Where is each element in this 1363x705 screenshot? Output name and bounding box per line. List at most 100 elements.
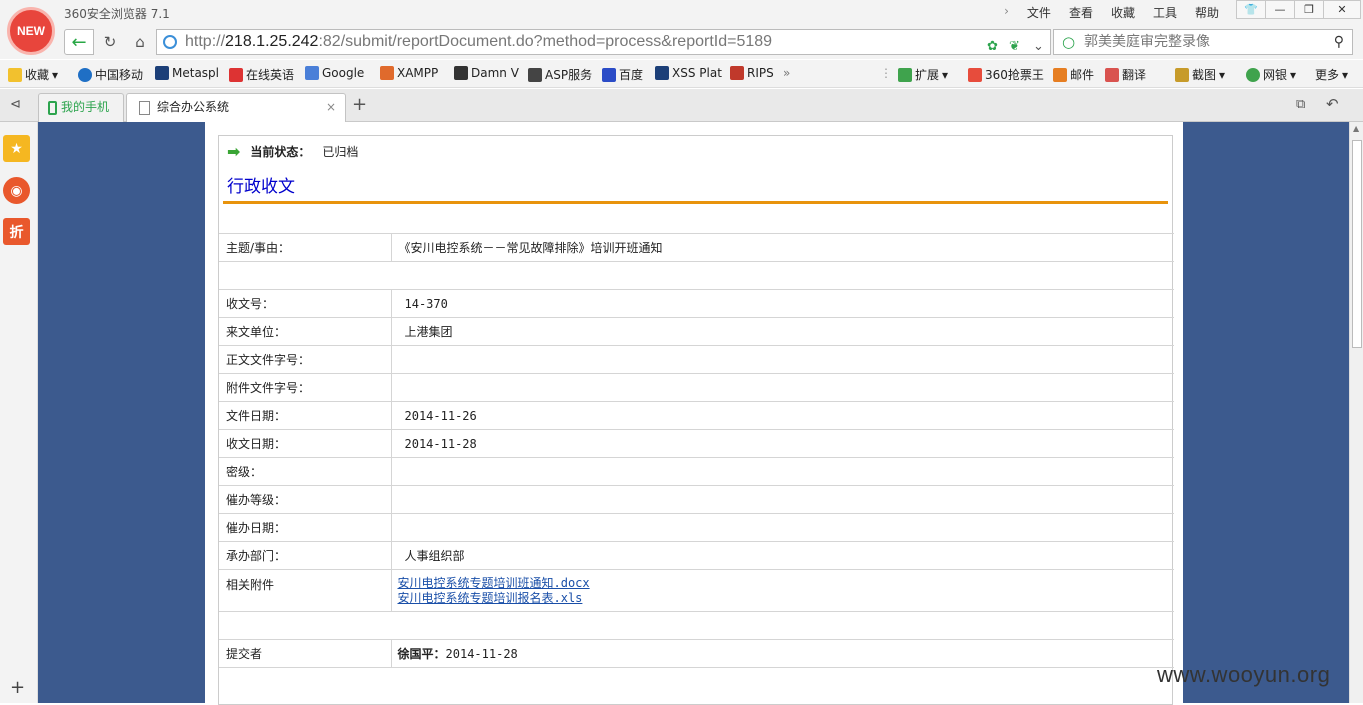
xss-icon bbox=[655, 66, 669, 80]
page-title: 行政收文 bbox=[227, 177, 295, 197]
tool-more[interactable]: 更多 ▾ bbox=[1315, 66, 1348, 83]
refresh-button[interactable]: ↻ bbox=[98, 30, 122, 54]
maximize-button[interactable]: ❐ bbox=[1294, 0, 1324, 19]
home-button[interactable]: ⌂ bbox=[128, 30, 152, 54]
collapse-sidebar-icon[interactable]: ⊲ bbox=[10, 97, 21, 112]
add-sidebar-icon[interactable]: + bbox=[10, 677, 25, 698]
shield-icon[interactable]: ✿ bbox=[987, 34, 998, 58]
scrollbar[interactable]: ▲ bbox=[1349, 122, 1363, 703]
menu-file[interactable]: 文件 bbox=[1018, 4, 1060, 21]
leaf-icon[interactable]: ❦ bbox=[1009, 34, 1020, 58]
tool-tickets[interactable]: 360抢票王 bbox=[968, 66, 1044, 83]
table-row: 文件日期： 2014-11-26 bbox=[219, 401, 1174, 430]
field-value bbox=[391, 457, 1174, 486]
field-label: 收文号： bbox=[219, 289, 392, 318]
field-value bbox=[391, 373, 1174, 402]
field-value: 2014-11-26 bbox=[391, 401, 1174, 430]
field-value: 《安川电控系统－－常见故障排除》培训开班通知 bbox=[391, 233, 1174, 262]
tool-mail[interactable]: 邮件 bbox=[1053, 66, 1094, 83]
scroll-up-icon[interactable]: ▲ bbox=[1353, 124, 1359, 133]
bookmark-favorites[interactable]: 收藏 ▾ bbox=[8, 66, 58, 83]
bookmark-rips[interactable]: RIPS bbox=[730, 66, 774, 80]
extensions-icon bbox=[898, 67, 912, 82]
field-label: 提交者 bbox=[219, 639, 392, 668]
close-window-button[interactable]: ✕ bbox=[1323, 0, 1361, 19]
chevron-right-icon[interactable]: › bbox=[995, 4, 1018, 21]
menu-view[interactable]: 查看 bbox=[1060, 4, 1102, 21]
more-bookmarks-icon[interactable]: » bbox=[783, 66, 790, 80]
submitter-name: 徐国平： bbox=[397, 647, 446, 661]
new-tab-button[interactable]: + bbox=[352, 94, 367, 115]
bookmark-xss[interactable]: XSS Plat bbox=[655, 66, 722, 80]
field-label: 密级： bbox=[219, 457, 392, 486]
url-scheme: http:// bbox=[185, 33, 226, 50]
table-row: 来文单位： 上港集团 bbox=[219, 317, 1174, 346]
asp-icon bbox=[528, 67, 542, 82]
field-value: 14-370 bbox=[391, 289, 1174, 318]
field-label: 来文单位： bbox=[219, 317, 392, 346]
menu-help[interactable]: 帮助 bbox=[1186, 4, 1228, 21]
tool-translate[interactable]: 翻译 bbox=[1105, 66, 1146, 83]
chevron-down-icon[interactable]: ⌄ bbox=[1033, 34, 1044, 58]
back-button[interactable]: ← bbox=[64, 29, 94, 55]
minimize-button[interactable]: — bbox=[1265, 0, 1295, 19]
favorites-star-icon[interactable]: ★ bbox=[3, 135, 30, 162]
baidu-icon bbox=[602, 67, 616, 82]
mail-icon bbox=[1053, 67, 1067, 82]
menu-favorites[interactable]: 收藏 bbox=[1102, 4, 1144, 21]
browser-logo[interactable]: NEW bbox=[7, 7, 55, 55]
arrow-right-icon: ➡ bbox=[227, 142, 241, 161]
table-row: 催办等级： bbox=[219, 485, 1174, 514]
document-panel: ➡ 当前状态： 已归档 行政收文 主题/事由： 《安川电控系统－－常见故障排除》培… bbox=[218, 135, 1175, 705]
globe-icon bbox=[163, 35, 177, 49]
attachment-link-docx[interactable]: 安川电控系统专题培训班通知.docx bbox=[398, 576, 1175, 591]
shirt-icon[interactable]: 👕 bbox=[1236, 0, 1266, 19]
tool-bank[interactable]: 网银 ▾ bbox=[1246, 66, 1296, 83]
close-tab-icon[interactable]: × bbox=[326, 94, 336, 121]
search-input[interactable]: ○ 郭美美庭审完整录像 ⚲ bbox=[1053, 29, 1353, 55]
tab-list-icon[interactable]: ⧉ bbox=[1296, 97, 1305, 112]
tab-my-phone[interactable]: 我的手机 bbox=[38, 93, 124, 122]
field-label: 相关附件 bbox=[219, 569, 392, 612]
table-row: 承办部门： 人事组织部 bbox=[219, 541, 1174, 570]
bookmark-baidu[interactable]: 百度 bbox=[602, 66, 643, 83]
bookmark-google[interactable]: Google bbox=[305, 66, 364, 80]
bookmark-metasploit[interactable]: Metaspl bbox=[155, 66, 219, 80]
bookmark-damn-v[interactable]: Damn V bbox=[454, 66, 519, 80]
bookmark-english[interactable]: 在线英语 bbox=[229, 66, 294, 83]
search-engine-icon[interactable]: ○ bbox=[1062, 30, 1075, 54]
bookmarks-bar: 收藏 ▾ 中国移动 Metaspl 在线英语 Google XAMPP Damn… bbox=[0, 60, 1363, 88]
weibo-icon[interactable]: ◉ bbox=[3, 177, 30, 204]
scrollbar-thumb[interactable] bbox=[1352, 140, 1362, 348]
bookmark-asp[interactable]: ASP服务 bbox=[528, 66, 592, 83]
search-icon[interactable]: ⚲ bbox=[1334, 30, 1344, 54]
rips-icon bbox=[730, 66, 744, 80]
window-controls: 👕 — ❐ ✕ bbox=[1236, 0, 1361, 19]
scissors-icon bbox=[1175, 67, 1189, 82]
bookmark-xampp[interactable]: XAMPP bbox=[380, 66, 438, 80]
china-mobile-icon bbox=[78, 67, 92, 82]
table-row: 附件文件字号： bbox=[219, 373, 1174, 402]
undo-close-icon[interactable]: ↶ bbox=[1326, 95, 1339, 113]
english-icon bbox=[229, 67, 243, 82]
tool-extensions[interactable]: 扩展 ▾ bbox=[898, 66, 948, 83]
bookmark-china-mobile[interactable]: 中国移动 bbox=[78, 66, 143, 83]
xampp-icon bbox=[380, 66, 394, 80]
address-bar[interactable]: http://218.1.25.242:82/submit/reportDocu… bbox=[156, 29, 1051, 55]
tool-screenshot[interactable]: 截图 ▾ bbox=[1175, 66, 1225, 83]
table-row: 正文文件字号： bbox=[219, 345, 1174, 374]
discount-icon[interactable]: 折 bbox=[3, 218, 30, 245]
tab-bar: ⊲ 我的手机 综合办公系统 × + ⧉ ↶ bbox=[0, 89, 1363, 123]
bank-icon bbox=[1246, 67, 1260, 82]
url-host: 218.1.25.242 bbox=[225, 33, 319, 50]
field-label: 承办部门： bbox=[219, 541, 392, 570]
field-value: 上港集团 bbox=[391, 317, 1174, 346]
status-label: 当前状态： bbox=[250, 145, 311, 159]
table-row: 催办日期： bbox=[219, 513, 1174, 542]
title-bar: 360安全浏览器 7.1 › 文件 查看 收藏 工具 帮助 👕 — ❐ ✕ bbox=[0, 0, 1363, 27]
tab-office-system[interactable]: 综合办公系统 × bbox=[126, 93, 346, 123]
attachment-link-xls[interactable]: 安川电控系统专题培训报名表.xls bbox=[398, 591, 1175, 606]
divider bbox=[223, 201, 1168, 204]
menu-tools[interactable]: 工具 bbox=[1144, 4, 1186, 21]
ticket-icon bbox=[968, 67, 982, 82]
